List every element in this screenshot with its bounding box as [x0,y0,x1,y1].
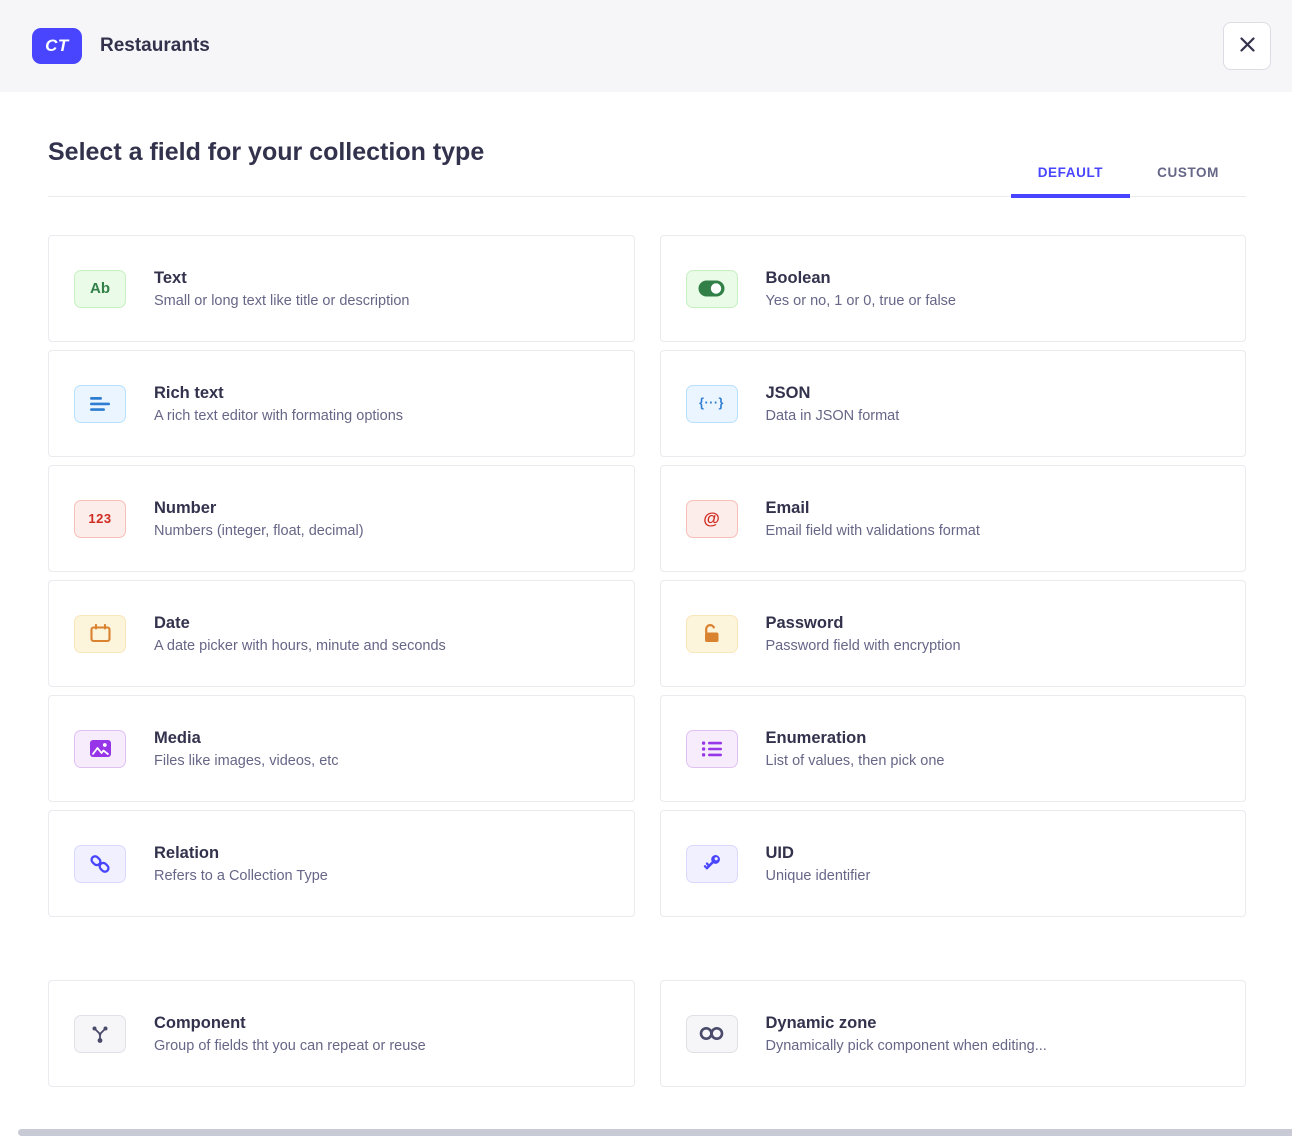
calendar-icon [74,615,126,653]
field-description: Group of fields tht you can repeat or re… [154,1038,426,1054]
field-description: Unique identifier [766,868,871,884]
field-card-enumeration[interactable]: Enumeration List of values, then pick one [660,695,1247,802]
field-card-richtext[interactable]: Rich text A rich text editor with formati… [48,350,635,457]
field-card-text: Password Password field with encryption [766,614,961,654]
tab-custom[interactable]: CUSTOM [1130,165,1246,196]
field-card-text: JSON Data in JSON format [766,384,900,424]
field-description: Dynamically pick component when editing.… [766,1038,1047,1054]
field-card-text: Boolean Yes or no, 1 or 0, true or false [766,269,957,309]
field-card-email[interactable]: @ Email Email field with validations forma… [660,465,1247,572]
field-card-component[interactable]: Component Group of fields tht you can rep… [48,980,635,1087]
title-row: Select a field for your collection type … [48,138,1246,197]
field-card-relation[interactable]: Relation Refers to a Collection Type [48,810,635,917]
horizontal-scrollbar[interactable] [18,1129,1292,1136]
field-title: Text [154,269,409,288]
field-card-json[interactable]: {···} JSON Data in JSON format [660,350,1247,457]
field-card-number[interactable]: 123 Number Numbers (integer, float, decima… [48,465,635,572]
field-description: Files like images, videos, etc [154,753,339,769]
field-card-text[interactable]: Ab Text Small or long text like title or d… [48,235,635,342]
field-title: JSON [766,384,900,403]
field-card-text: Email Email field with validations format [766,499,980,539]
field-description: List of values, then pick one [766,753,945,769]
field-card-text: Number Numbers (integer, float, decimal) [154,499,364,539]
field-card-text: Relation Refers to a Collection Type [154,844,328,884]
field-card-boolean[interactable]: Boolean Yes or no, 1 or 0, true or false [660,235,1247,342]
field-description: Email field with validations format [766,523,980,539]
field-title: Media [154,729,339,748]
field-title: Boolean [766,269,957,288]
field-card-text: Component Group of fields tht you can rep… [154,1014,426,1054]
field-description: Refers to a Collection Type [154,868,328,884]
boolean-toggle-icon [686,270,738,308]
field-card-text: Rich text A rich text editor with formati… [154,384,403,424]
bullet-list-icon [686,730,738,768]
field-card-uid[interactable]: UID Unique identifier [660,810,1247,917]
tab-default[interactable]: DEFAULT [1011,165,1130,196]
field-grid-default: Ab Text Small or long text like title or d… [48,235,1246,917]
rich-text-icon [74,385,126,423]
field-card-password[interactable]: Password Password field with encryption [660,580,1247,687]
text-field-icon: Ab [74,270,126,308]
collection-title: Restaurants [100,35,210,57]
field-title: Password [766,614,961,633]
field-title: Dynamic zone [766,1014,1047,1033]
field-grid-advanced: Component Group of fields tht you can rep… [48,980,1246,1087]
field-description: Yes or no, 1 or 0, true or false [766,293,957,309]
chain-link-icon [74,845,126,883]
field-card-date[interactable]: Date A date picker with hours, minute and… [48,580,635,687]
field-description: Data in JSON format [766,408,900,424]
field-title: Enumeration [766,729,945,748]
tab-bar: DEFAULT CUSTOM [1011,165,1246,196]
field-title: Email [766,499,980,518]
field-card-dynamiczone[interactable]: Dynamic zone Dynamically pick component w… [660,980,1247,1087]
dialog-body: Select a field for your collection type … [0,138,1292,1087]
page-title: Select a field for your collection type [48,138,484,196]
field-card-text: Text Small or long text like title or des… [154,269,409,309]
field-title: Relation [154,844,328,863]
field-card-media[interactable]: Media Files like images, videos, etc [48,695,635,802]
field-description: A date picker with hours, minute and sec… [154,638,446,654]
number-123-icon: 123 [74,500,126,538]
media-image-icon [74,730,126,768]
lock-icon [686,615,738,653]
email-at-icon: @ [686,500,738,538]
field-title: Number [154,499,364,518]
key-icon [686,845,738,883]
field-description: Numbers (integer, float, decimal) [154,523,364,539]
close-button[interactable] [1223,22,1271,70]
field-card-text: Dynamic zone Dynamically pick component w… [766,1014,1047,1054]
field-card-text: Date A date picker with hours, minute and… [154,614,446,654]
field-title: Rich text [154,384,403,403]
branch-nodes-icon [74,1015,126,1053]
field-description: Small or long text like title or descrip… [154,293,409,309]
field-description: Password field with encryption [766,638,961,654]
field-title: UID [766,844,871,863]
field-card-text: UID Unique identifier [766,844,871,884]
json-braces-icon: {···} [686,385,738,423]
field-description: A rich text editor with formating option… [154,408,403,424]
field-card-text: Enumeration List of values, then pick one [766,729,945,769]
field-title: Component [154,1014,426,1033]
dialog-header: CT Restaurants [0,0,1292,92]
close-icon [1240,37,1255,55]
field-title: Date [154,614,446,633]
infinity-icon [686,1015,738,1053]
collection-type-badge: CT [32,28,82,64]
field-card-text: Media Files like images, videos, etc [154,729,339,769]
